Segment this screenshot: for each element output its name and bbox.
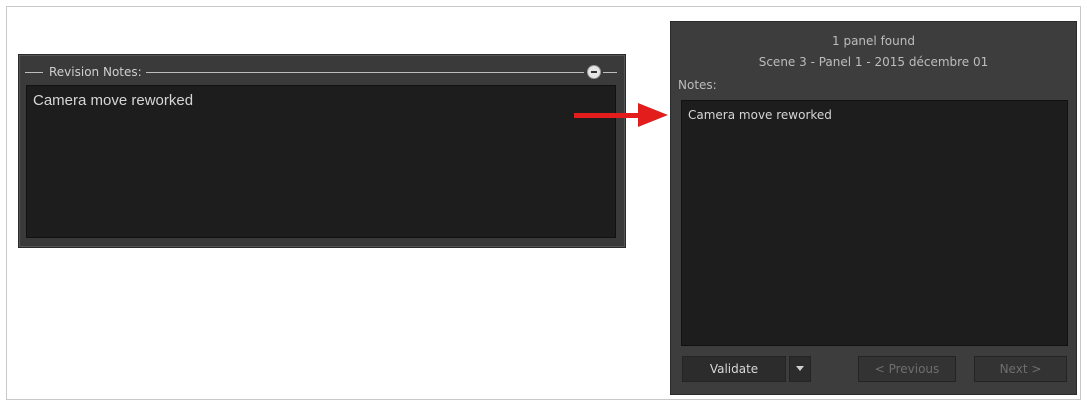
- next-button[interactable]: Next >: [974, 356, 1067, 382]
- panel-rule-end: [603, 72, 617, 73]
- panel-found-count: 1 panel found: [832, 34, 915, 48]
- panel-rule-left: [25, 72, 43, 73]
- revision-notes-title: Revision Notes:: [46, 65, 145, 79]
- panel-search-dialog: 1 panel found Scene 3 - Panel 1 - 2015 d…: [670, 21, 1077, 395]
- previous-button[interactable]: < Previous: [858, 356, 956, 382]
- right-arrow-icon: [574, 113, 640, 118]
- notes-label: Notes:: [678, 78, 717, 92]
- notes-textarea[interactable]: Camera move reworked: [681, 100, 1068, 346]
- revision-notes-panel: Revision Notes: Camera move reworked: [18, 54, 626, 248]
- right-arrow-head: [638, 103, 668, 127]
- chevron-down-icon[interactable]: [789, 356, 811, 382]
- panel-rule-right: [146, 72, 584, 73]
- scene-panel-info: Scene 3 - Panel 1 - 2015 décembre 01: [758, 55, 989, 69]
- validate-button[interactable]: Validate: [682, 356, 786, 382]
- minus-circle-icon[interactable]: [587, 65, 601, 79]
- revision-notes-textarea[interactable]: Camera move reworked: [26, 85, 616, 238]
